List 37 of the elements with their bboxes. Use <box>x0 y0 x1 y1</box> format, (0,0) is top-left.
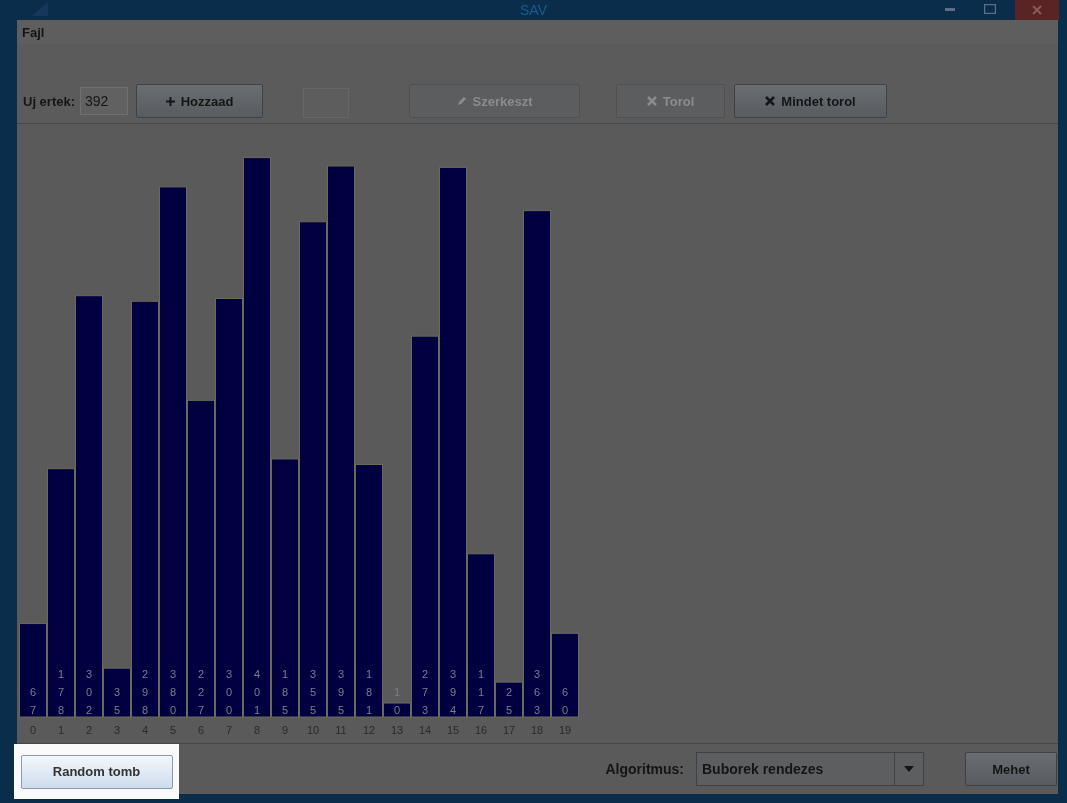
new-value-label: Uj ertek: <box>23 94 76 109</box>
bar-value-label: 3 9 4 <box>449 668 457 716</box>
algorithm-dropdown[interactable]: Buborek rendezes <box>696 752 924 786</box>
delete-all-button[interactable]: Mindet torol <box>734 84 888 118</box>
window-title: SAV <box>519 2 548 18</box>
plus-icon <box>165 96 175 106</box>
pencil-icon <box>456 96 467 106</box>
x-icon <box>765 96 776 106</box>
menu-item[interactable]: Fajl <box>17 24 53 40</box>
bar-value-label: 2 2 7 <box>197 668 205 716</box>
bar-value-label: 18 1 <box>365 668 373 716</box>
new-value-field[interactable]: 392 <box>80 87 129 115</box>
bar-value-label: 2 5 <box>505 686 513 716</box>
bar-value-label: 6 7 <box>29 686 37 716</box>
bar-value-label: 3 0 2 <box>85 668 93 716</box>
bar-value-label: 4 0 1 <box>253 668 261 716</box>
maximize-icon[interactable] <box>984 4 996 14</box>
minimize-icon[interactable] <box>945 8 955 12</box>
bar-value-label: 11 7 <box>477 668 485 716</box>
bar-value-label: 6 0 <box>561 686 569 716</box>
bar-value-label: 3 9 5 <box>337 668 345 716</box>
random-array-button[interactable]: Random tomb <box>20 754 173 789</box>
bar-value-label: 3 8 0 <box>169 668 177 716</box>
bar-value-label: 2 7 3 <box>421 668 429 716</box>
algorithm-label: Algoritmus: <box>605 761 684 777</box>
bar-value-label: 3 6 3 <box>533 668 541 716</box>
bar-value-label: 18 5 <box>281 668 289 716</box>
bar-value-label: 3 0 0 <box>225 668 233 716</box>
bar-value-label: 17 8 <box>57 668 65 716</box>
bar-value-label: 3 5 <box>113 686 121 716</box>
bar-value-label: 2 9 8 <box>141 668 149 716</box>
caret-icon <box>904 766 914 772</box>
add-button[interactable]: Hozzaad <box>136 84 264 118</box>
go-button[interactable]: Mehet <box>965 752 1057 786</box>
close-button[interactable] <box>1015 0 1059 20</box>
x-icon <box>646 96 657 106</box>
bar-value-label: 3 5 5 <box>309 668 317 716</box>
